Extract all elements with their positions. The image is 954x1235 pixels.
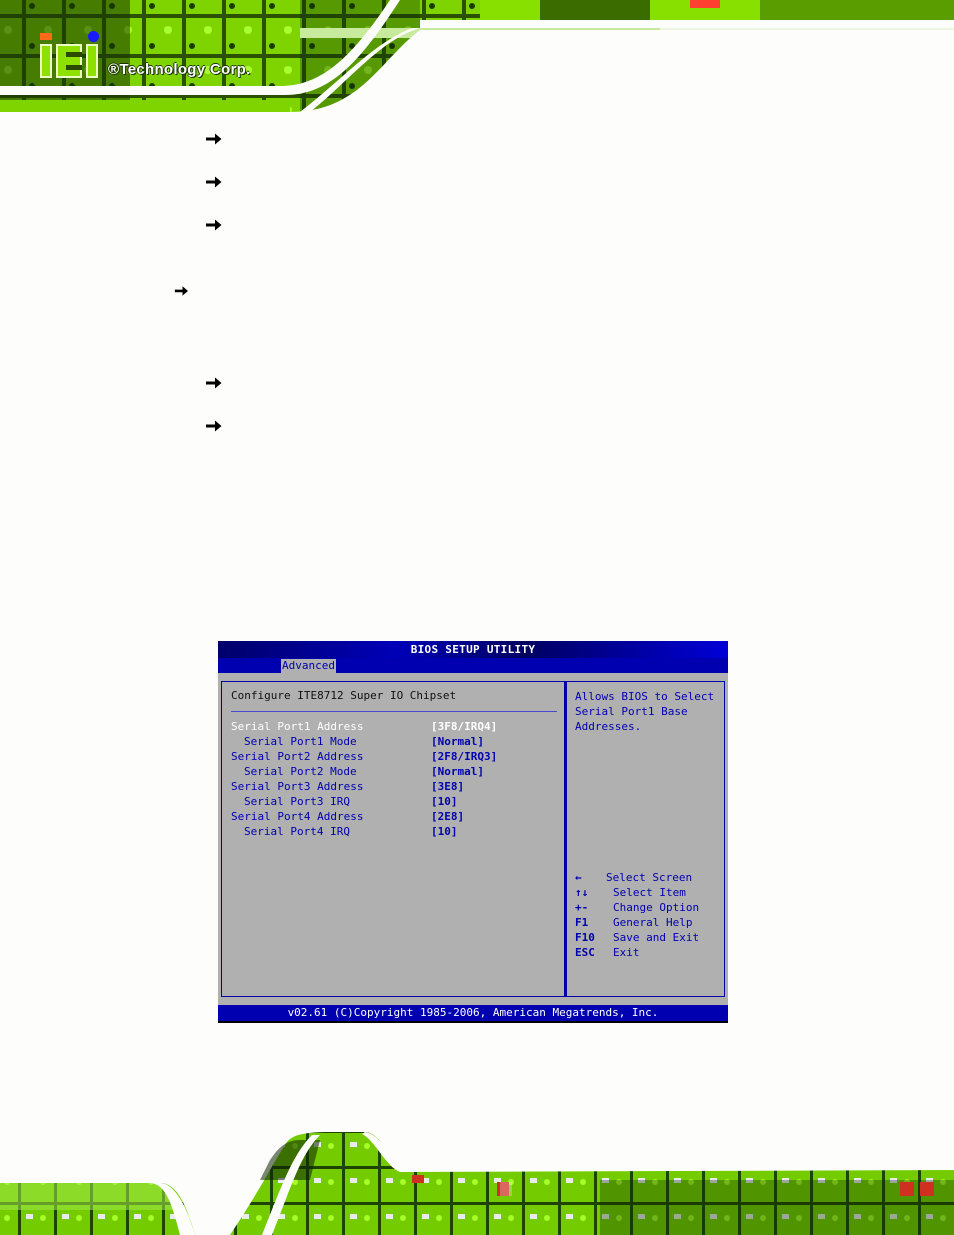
- key-description: Select Item: [613, 886, 686, 899]
- bios-setting-serial-port3-irq[interactable]: Serial Port3 IRQ [10]: [222, 794, 562, 809]
- iei-logo: [38, 30, 108, 80]
- bios-settings-panel: Configure ITE8712 Super IO Chipset Seria…: [221, 681, 565, 997]
- key-description: Select Screen: [606, 871, 693, 884]
- setting-label: Serial Port3 Address: [231, 780, 364, 793]
- setting-value[interactable]: [Normal]: [431, 764, 484, 779]
- logo-orange-dot: [40, 33, 52, 40]
- setting-label: Serial Port1 Mode: [244, 735, 357, 748]
- setting-value[interactable]: [2E8]: [431, 809, 464, 824]
- setting-label: Serial Port1 Address: [231, 720, 364, 733]
- bios-setup-screen: BIOS SETUP UTILITY Advanced Configure IT…: [218, 641, 728, 1023]
- logo-blue-dot: [88, 31, 99, 42]
- setting-label: Serial Port4 IRQ: [244, 825, 350, 838]
- arrow-right-icon: [205, 376, 223, 390]
- setting-value[interactable]: [Normal]: [431, 734, 484, 749]
- arrow-right-icon: [205, 218, 223, 232]
- key-legend-row: +- Change Option: [575, 900, 725, 915]
- help-description: Allows BIOS to Select Serial Port1 Base …: [575, 689, 725, 734]
- key-left-arrow: ←: [575, 871, 582, 884]
- key-legend: ← Select Screen ↑↓ Select Item +- Change…: [575, 870, 725, 960]
- key-legend-row: ↑↓ Select Item: [575, 885, 725, 900]
- setting-label: Serial Port2 Address: [231, 750, 364, 763]
- divider: [231, 711, 557, 712]
- setting-label: Serial Port2 Mode: [244, 765, 357, 778]
- key-f1: F1: [575, 916, 589, 929]
- circuit-board-graphic: [0, 1132, 954, 1235]
- tab-advanced[interactable]: Advanced: [281, 659, 336, 673]
- setting-value[interactable]: [10]: [431, 794, 458, 809]
- key-f10: F10: [575, 931, 595, 944]
- setting-label: Serial Port4 Address: [231, 810, 364, 823]
- help-line: Serial Port1 Base: [575, 705, 688, 718]
- setting-label: Serial Port3 IRQ: [244, 795, 350, 808]
- circuit-board-graphic: [0, 0, 954, 112]
- help-line: Allows BIOS to Select: [575, 690, 715, 703]
- key-legend-row: F10 Save and Exit: [575, 930, 725, 945]
- logo-letter-i: [86, 44, 98, 78]
- bios-setting-serial-port1-address[interactable]: Serial Port1 Address [3F8/IRQ4]: [222, 719, 562, 734]
- key-description: Save and Exit: [613, 931, 700, 944]
- bios-setting-serial-port4-address[interactable]: Serial Port4 Address [2E8]: [222, 809, 562, 824]
- bios-section-heading: Configure ITE8712 Super IO Chipset: [231, 689, 457, 702]
- help-line: Addresses.: [575, 720, 642, 733]
- key-plus-minus: +-: [575, 901, 589, 914]
- key-legend-row: ← Select Screen: [575, 870, 725, 885]
- bios-setting-serial-port2-address[interactable]: Serial Port2 Address [2F8/IRQ3]: [222, 749, 562, 764]
- key-legend-row: ESC Exit: [575, 945, 725, 960]
- arrow-right-icon: [205, 132, 223, 146]
- page-header-banner: ®Technology Corp.: [0, 0, 954, 112]
- key-description: Change Option: [613, 901, 700, 914]
- bios-setting-serial-port3-address[interactable]: Serial Port3 Address [3E8]: [222, 779, 562, 794]
- setting-value[interactable]: [3E8]: [431, 779, 464, 794]
- arrow-right-icon: [174, 285, 189, 297]
- setting-value[interactable]: [10]: [431, 824, 458, 839]
- key-description: Exit: [613, 946, 640, 959]
- key-up-down-arrows: ↑↓: [575, 886, 589, 899]
- bios-setting-serial-port1-mode[interactable]: Serial Port1 Mode [Normal]: [222, 734, 562, 749]
- bios-setting-serial-port2-mode[interactable]: Serial Port2 Mode [Normal]: [222, 764, 562, 779]
- arrow-right-icon: [205, 175, 223, 189]
- page-footer-banner: [0, 1120, 954, 1235]
- setting-value[interactable]: [2F8/IRQ3]: [431, 749, 497, 764]
- setting-value[interactable]: [3F8/IRQ4]: [431, 719, 497, 734]
- logo-letter-e: [56, 44, 82, 78]
- company-tagline: ®Technology Corp.: [108, 61, 251, 78]
- bios-setting-serial-port4-irq[interactable]: Serial Port4 IRQ [10]: [222, 824, 562, 839]
- logo-letter-i: [40, 44, 52, 78]
- bios-help-panel: Allows BIOS to Select Serial Port1 Base …: [565, 681, 725, 997]
- key-esc: ESC: [575, 946, 595, 959]
- key-legend-row: F1 General Help: [575, 915, 725, 930]
- arrow-right-icon: [205, 419, 223, 433]
- key-description: General Help: [613, 916, 693, 929]
- bios-menu-bar: Advanced: [218, 658, 728, 673]
- bios-title-bar: BIOS SETUP UTILITY: [218, 641, 728, 658]
- bios-copyright-bar: v02.61 (C)Copyright 1985-2006, American …: [218, 1005, 728, 1021]
- bios-bottom-border: [218, 1021, 728, 1023]
